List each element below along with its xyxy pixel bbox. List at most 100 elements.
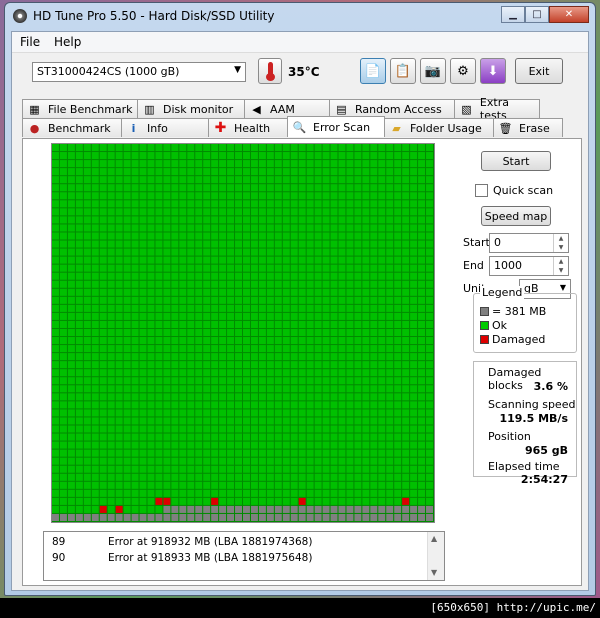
- block-ok: [99, 232, 107, 240]
- block-ok: [282, 425, 290, 433]
- block-ok: [354, 473, 362, 481]
- block-ok: [418, 248, 426, 256]
- block-ok: [131, 184, 139, 192]
- block-ok: [306, 288, 314, 296]
- block-unscanned: [187, 513, 195, 521]
- title-bar[interactable]: HD Tune Pro 5.50 - Hard Disk/SSD Utility…: [5, 3, 595, 29]
- block-ok: [250, 337, 258, 345]
- block-ok: [99, 152, 107, 160]
- spinner-arrows-icon[interactable]: ▲ ▼: [553, 257, 568, 275]
- minimize-button[interactable]: ▁: [501, 6, 525, 23]
- block-ok: [266, 433, 274, 441]
- block-ok: [107, 192, 115, 200]
- speed-map-button[interactable]: Speed map: [481, 206, 551, 226]
- block-ok: [219, 264, 227, 272]
- temperature-button[interactable]: [258, 58, 282, 84]
- block-ok: [290, 160, 298, 168]
- block-ok: [338, 240, 346, 248]
- block-ok: [266, 441, 274, 449]
- block-ok: [99, 441, 107, 449]
- block-ok: [394, 449, 402, 457]
- block-ok: [274, 489, 282, 497]
- exit-button[interactable]: Exit: [515, 58, 563, 84]
- block-ok: [314, 224, 322, 232]
- legend-title: Legend: [480, 286, 525, 299]
- block-ok: [298, 401, 306, 409]
- tab-extra-tests[interactable]: ▧ Extra tests: [454, 96, 540, 122]
- spinner-arrows-icon[interactable]: ▲ ▼: [553, 234, 568, 252]
- block-ok: [266, 393, 274, 401]
- log-scrollbar[interactable]: ▲ ▼: [427, 532, 444, 580]
- tab-folder-usage[interactable]: ▰ Folder Usage: [384, 118, 494, 137]
- block-ok: [83, 505, 91, 513]
- block-ok: [179, 345, 187, 353]
- block-ok: [163, 176, 171, 184]
- block-ok: [290, 385, 298, 393]
- block-ok: [354, 385, 362, 393]
- block-ok: [266, 192, 274, 200]
- menu-help[interactable]: Help: [54, 35, 81, 49]
- menu-file[interactable]: File: [20, 35, 40, 49]
- block-ok: [52, 385, 59, 393]
- block-ok: [386, 264, 394, 272]
- save-button[interactable]: ⬇: [480, 58, 506, 84]
- block-ok: [115, 248, 123, 256]
- block-ok: [243, 449, 250, 457]
- tab-disk-monitor[interactable]: ▥ Disk monitor: [137, 99, 245, 118]
- tab-error-scan[interactable]: 🔍 Error Scan: [287, 116, 385, 137]
- block-ok: [67, 248, 75, 256]
- block-ok: [306, 457, 314, 465]
- block-ok: [155, 417, 163, 425]
- block-ok: [171, 377, 179, 385]
- block-ok: [52, 296, 59, 304]
- block-ok: [75, 240, 83, 248]
- options-button[interactable]: ⚙: [450, 58, 476, 84]
- block-ok: [91, 224, 99, 232]
- block-ok: [258, 393, 266, 401]
- block-ok: [354, 361, 362, 369]
- block-ok: [179, 256, 187, 264]
- block-ok: [418, 481, 426, 489]
- block-ok: [330, 288, 338, 296]
- error-log[interactable]: 89 Error at 918932 MB (LBA 1881974368) 90…: [43, 531, 445, 581]
- block-ok: [386, 489, 394, 497]
- block-ok: [219, 369, 227, 377]
- tab-benchmark[interactable]: ● Benchmark: [22, 118, 122, 137]
- tab-file-benchmark[interactable]: ▦ File Benchmark: [22, 99, 138, 118]
- block-ok: [426, 296, 433, 304]
- block-ok: [394, 473, 402, 481]
- block-ok: [354, 144, 362, 152]
- block-ok: [139, 385, 147, 393]
- block-ok: [338, 264, 346, 272]
- block-ok: [290, 192, 298, 200]
- block-ok: [330, 457, 338, 465]
- block-ok: [99, 489, 107, 497]
- quick-scan-checkbox[interactable]: [475, 184, 488, 197]
- block-ok: [83, 208, 91, 216]
- block-ok: [314, 409, 322, 417]
- screenshot-button[interactable]: 📷: [420, 58, 446, 84]
- maximize-button[interactable]: □: [525, 6, 549, 23]
- block-ok: [83, 425, 91, 433]
- block-ok: [243, 337, 250, 345]
- start-field[interactable]: 0 ▲ ▼: [489, 233, 569, 253]
- block-ok: [314, 256, 322, 264]
- block-ok: [362, 377, 370, 385]
- block-ok: [83, 369, 91, 377]
- block-ok: [107, 280, 115, 288]
- block-ok: [410, 457, 418, 465]
- block-ok: [139, 320, 147, 328]
- block-ok: [274, 200, 282, 208]
- end-field[interactable]: 1000 ▲ ▼: [489, 256, 569, 276]
- tab-erase[interactable]: 🗑 Erase: [493, 118, 563, 137]
- drive-select[interactable]: ST31000424CS (1000 gB) ▼: [32, 62, 246, 82]
- block-ok: [195, 425, 203, 433]
- copy-text-button[interactable]: 📄: [360, 58, 386, 84]
- block-ok: [274, 497, 282, 505]
- block-ok: [235, 272, 242, 280]
- tab-health[interactable]: ✚ Health: [208, 118, 288, 137]
- close-button[interactable]: ✕: [549, 6, 589, 23]
- start-button[interactable]: Start: [481, 151, 551, 171]
- tab-info[interactable]: i Info: [121, 118, 209, 137]
- copy-all-button[interactable]: 📋: [390, 58, 416, 84]
